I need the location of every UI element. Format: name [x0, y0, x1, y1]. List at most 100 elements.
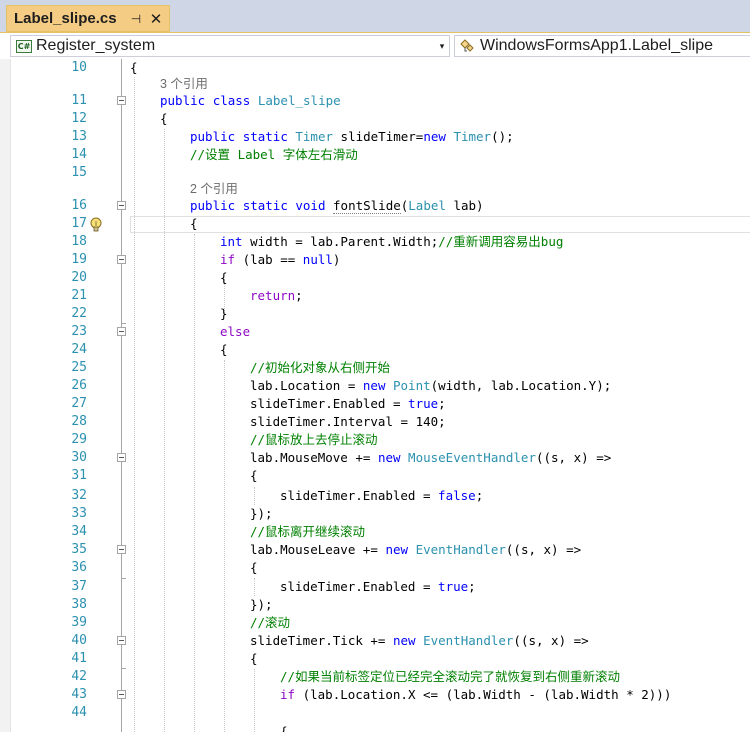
codelens-references-method[interactable]: 2 个引用 [190, 180, 238, 198]
code-line[interactable]: 43 if (lab.Location.X <= (lab.Width - (la… [0, 686, 750, 704]
collapse-icon[interactable] [117, 201, 126, 210]
line-number: 34 [71, 524, 87, 539]
code-text: { [130, 59, 138, 77]
close-icon[interactable]: ✕ [146, 10, 166, 28]
code-line[interactable]: 42 //如果当前标签定位已经完全滚动完了就恢复到右侧重新滚动 [0, 668, 750, 686]
code-text: lab.MouseLeave += new EventHandler((s, x… [250, 541, 581, 559]
code-line[interactable]: 30 lab.MouseMove += new MouseEventHandler… [0, 449, 750, 467]
code-text: slideTimer.Tick += new EventHandler((s, … [250, 632, 589, 650]
line-number: 11 [71, 93, 87, 108]
code-token: return [250, 288, 296, 303]
class-dropdown[interactable]: WindowsFormsApp1.Label_slipe [454, 35, 750, 57]
code-line[interactable]: 40 slideTimer.Tick += new EventHandler((s… [0, 632, 750, 650]
chevron-down-icon[interactable]: ▾ [435, 41, 449, 52]
code-token: { [280, 724, 288, 732]
code-token: (lab == [235, 252, 303, 267]
code-line[interactable]: 35 lab.MouseLeave += new EventHandler((s,… [0, 541, 750, 559]
code-token: Timer [453, 129, 492, 144]
collapse-icon[interactable] [117, 255, 126, 264]
code-token: slideTimer.Enabled = [280, 579, 439, 594]
code-line[interactable]: { [0, 723, 750, 732]
code-line[interactable]: 20 { [0, 269, 750, 287]
collapse-icon[interactable] [117, 327, 126, 336]
code-token: //如果当前标签定位已经完全滚动完了就恢复到右侧重新滚动 [280, 669, 621, 684]
code-line[interactable]: 26 lab.Location = new Point(width, lab.Lo… [0, 377, 750, 395]
line-number: 33 [71, 506, 87, 521]
code-line[interactable]: 22} [0, 305, 750, 323]
code-token: slideTimer.Enabled = [250, 396, 409, 411]
line-number: 16 [71, 198, 87, 213]
code-token: slideTimer.Enabled = [280, 488, 439, 503]
code-token: MouseEventHandler [408, 450, 536, 465]
collapse-icon[interactable] [117, 453, 126, 462]
code-line[interactable]: 16 public static void fontSlide(Label lab… [0, 197, 750, 215]
code-line[interactable]: 33}); [0, 505, 750, 523]
code-line[interactable]: 37 slideTimer.Enabled = true; [0, 578, 750, 596]
code-token: }); [250, 506, 273, 521]
line-number: 23 [71, 324, 87, 339]
code-token: lab.Location = [250, 378, 363, 393]
line-number: 29 [71, 432, 87, 447]
collapse-icon[interactable] [117, 545, 126, 554]
code-line[interactable]: 41 { [0, 650, 750, 668]
code-text: if (lab.Location.X <= (lab.Width - (lab.… [280, 686, 671, 704]
code-line[interactable]: 29 //鼠标放上去停止滚动 [0, 431, 750, 449]
code-line[interactable]: 38}); [0, 596, 750, 614]
collapse-icon[interactable] [117, 96, 126, 105]
code-text: slideTimer.Enabled = true; [250, 395, 446, 413]
project-dropdown[interactable]: C# Register_system ▾ [10, 35, 450, 57]
code-editor[interactable]: 3 个引用 2 个引用 10 { 11 public class Label_slip… [0, 59, 750, 732]
code-text: public static void fontSlide(Label lab) [190, 197, 484, 215]
code-line[interactable]: 31 { [0, 467, 750, 485]
code-line[interactable]: 44 [0, 704, 750, 722]
code-line[interactable]: 24 { [0, 341, 750, 359]
code-line[interactable]: 14 //设置 Label 字体左右滑动 [0, 146, 750, 164]
code-line[interactable]: 39 //滚动 [0, 614, 750, 632]
code-line[interactable]: 27 slideTimer.Enabled = true; [0, 395, 750, 413]
line-number: 12 [71, 111, 87, 126]
code-line[interactable]: 23 else [0, 323, 750, 341]
code-token: static [242, 198, 288, 213]
code-token: lab) [445, 198, 484, 213]
pin-icon[interactable]: ⊣ [126, 12, 146, 26]
code-text: public static Timer slideTimer=new Timer… [190, 128, 514, 146]
code-token: slideTimer.Interval = 140; [250, 414, 446, 429]
collapse-icon[interactable] [117, 690, 126, 699]
tab-label-slipe-cs[interactable]: Label_slipe.cs ⊣ ✕ [6, 5, 170, 32]
code-token: class [212, 93, 251, 108]
code-line[interactable]: 28 slideTimer.Interval = 140; [0, 413, 750, 431]
collapse-icon[interactable] [117, 636, 126, 645]
project-dropdown-value: Register_system [36, 37, 156, 54]
code-line[interactable]: 10 { [0, 59, 750, 77]
code-line[interactable]: 17 { [0, 215, 750, 233]
code-line[interactable]: 32 slideTimer.Enabled = false; [0, 487, 750, 505]
code-line[interactable]: 34 //鼠标离开继续滚动 [0, 523, 750, 541]
code-line[interactable]: 18 int width = lab.Parent.Width;//重新调用容易出… [0, 233, 750, 251]
code-token: } [220, 306, 228, 321]
code-token: lab.MouseMove += [250, 450, 378, 465]
code-line[interactable]: 36 { [0, 559, 750, 577]
code-text: { [190, 215, 198, 233]
line-number: 40 [71, 633, 87, 648]
line-number: 22 [71, 306, 87, 321]
line-number: 44 [71, 705, 87, 720]
code-token: new [377, 450, 401, 465]
code-line[interactable]: 25 //初始化对象从右侧开始 [0, 359, 750, 377]
class-icon [459, 39, 477, 53]
line-number: 28 [71, 414, 87, 429]
code-token: int [220, 234, 243, 249]
line-number: 31 [71, 468, 87, 483]
code-line[interactable]: 21 return; [0, 287, 750, 305]
code-line[interactable]: 15 [0, 164, 750, 182]
codelens-references-class[interactable]: 3 个引用 [160, 75, 208, 93]
code-line[interactable]: 11 public class Label_slipe [0, 92, 750, 110]
line-number: 32 [71, 488, 87, 503]
code-line[interactable]: 19 if (lab == null) [0, 251, 750, 269]
line-number: 41 [71, 651, 87, 666]
code-line[interactable]: 12 { [0, 110, 750, 128]
code-token: Timer [295, 129, 334, 144]
code-line[interactable]: 13 public static Timer slideTimer=new Tim… [0, 128, 750, 146]
